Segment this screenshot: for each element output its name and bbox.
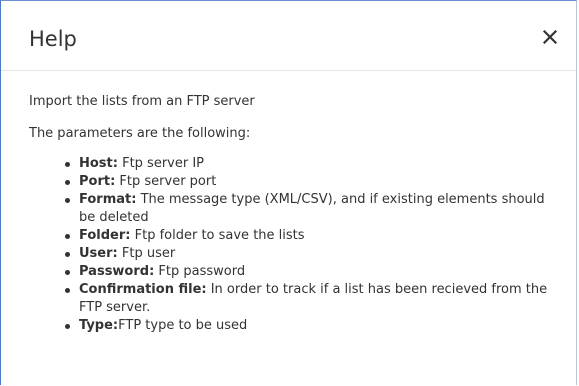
bullet-icon: [65, 270, 70, 275]
list-item-password: Password: Ftp password: [65, 263, 556, 281]
param-term: Host:: [79, 156, 118, 171]
list-item-user: User: Ftp user: [65, 245, 556, 263]
dialog-title: Help: [29, 27, 77, 51]
param-term: Format:: [79, 192, 137, 207]
bullet-icon: [65, 234, 70, 239]
param-term: Confirmation file:: [79, 282, 207, 297]
param-term: Type:: [79, 318, 119, 333]
list-item-format: Format: The message type (XML/CSV), and …: [65, 191, 556, 227]
params-heading: The parameters are the following:: [29, 126, 251, 141]
param-desc: Ftp folder to save the lists: [130, 228, 305, 243]
dialog-body: Import the lists from an FTP server The …: [1, 71, 576, 335]
list-item-type: Type:FTP type to be used: [65, 317, 556, 335]
bullet-icon: [65, 288, 70, 293]
list-item-folder: Folder: Ftp folder to save the lists: [65, 227, 556, 245]
param-term: Password:: [79, 264, 155, 279]
intro-text: Import the lists from an FTP server: [29, 94, 255, 109]
close-icon: [543, 30, 557, 44]
help-dialog: Help Import the lists from an FTP server…: [0, 0, 577, 385]
list-item-port: Port: Ftp server port: [65, 173, 556, 191]
list-item-host: Host: Ftp server IP: [65, 155, 556, 173]
param-term: Port:: [79, 174, 116, 189]
param-desc: FTP type to be used: [118, 318, 248, 333]
param-term: Folder:: [79, 228, 131, 243]
param-desc: The message type (XML/CSV), and if exist…: [79, 192, 545, 225]
bullet-icon: [65, 162, 70, 167]
bullet-icon: [65, 324, 70, 329]
close-button[interactable]: [538, 25, 562, 49]
dialog-header: Help: [1, 1, 576, 71]
param-desc: Ftp server port: [115, 174, 217, 189]
param-desc: Ftp user: [117, 246, 176, 261]
list-item-confirmation-file: Confirmation file: In order to track if …: [65, 281, 556, 317]
parameters-list: Host: Ftp server IP Port: Ftp server por…: [29, 155, 556, 335]
param-desc: Ftp password: [154, 264, 246, 279]
param-desc: Ftp server IP: [117, 156, 205, 171]
bullet-icon: [65, 198, 70, 203]
bullet-icon: [65, 180, 70, 185]
param-term: User:: [79, 246, 118, 261]
bullet-icon: [65, 252, 70, 257]
